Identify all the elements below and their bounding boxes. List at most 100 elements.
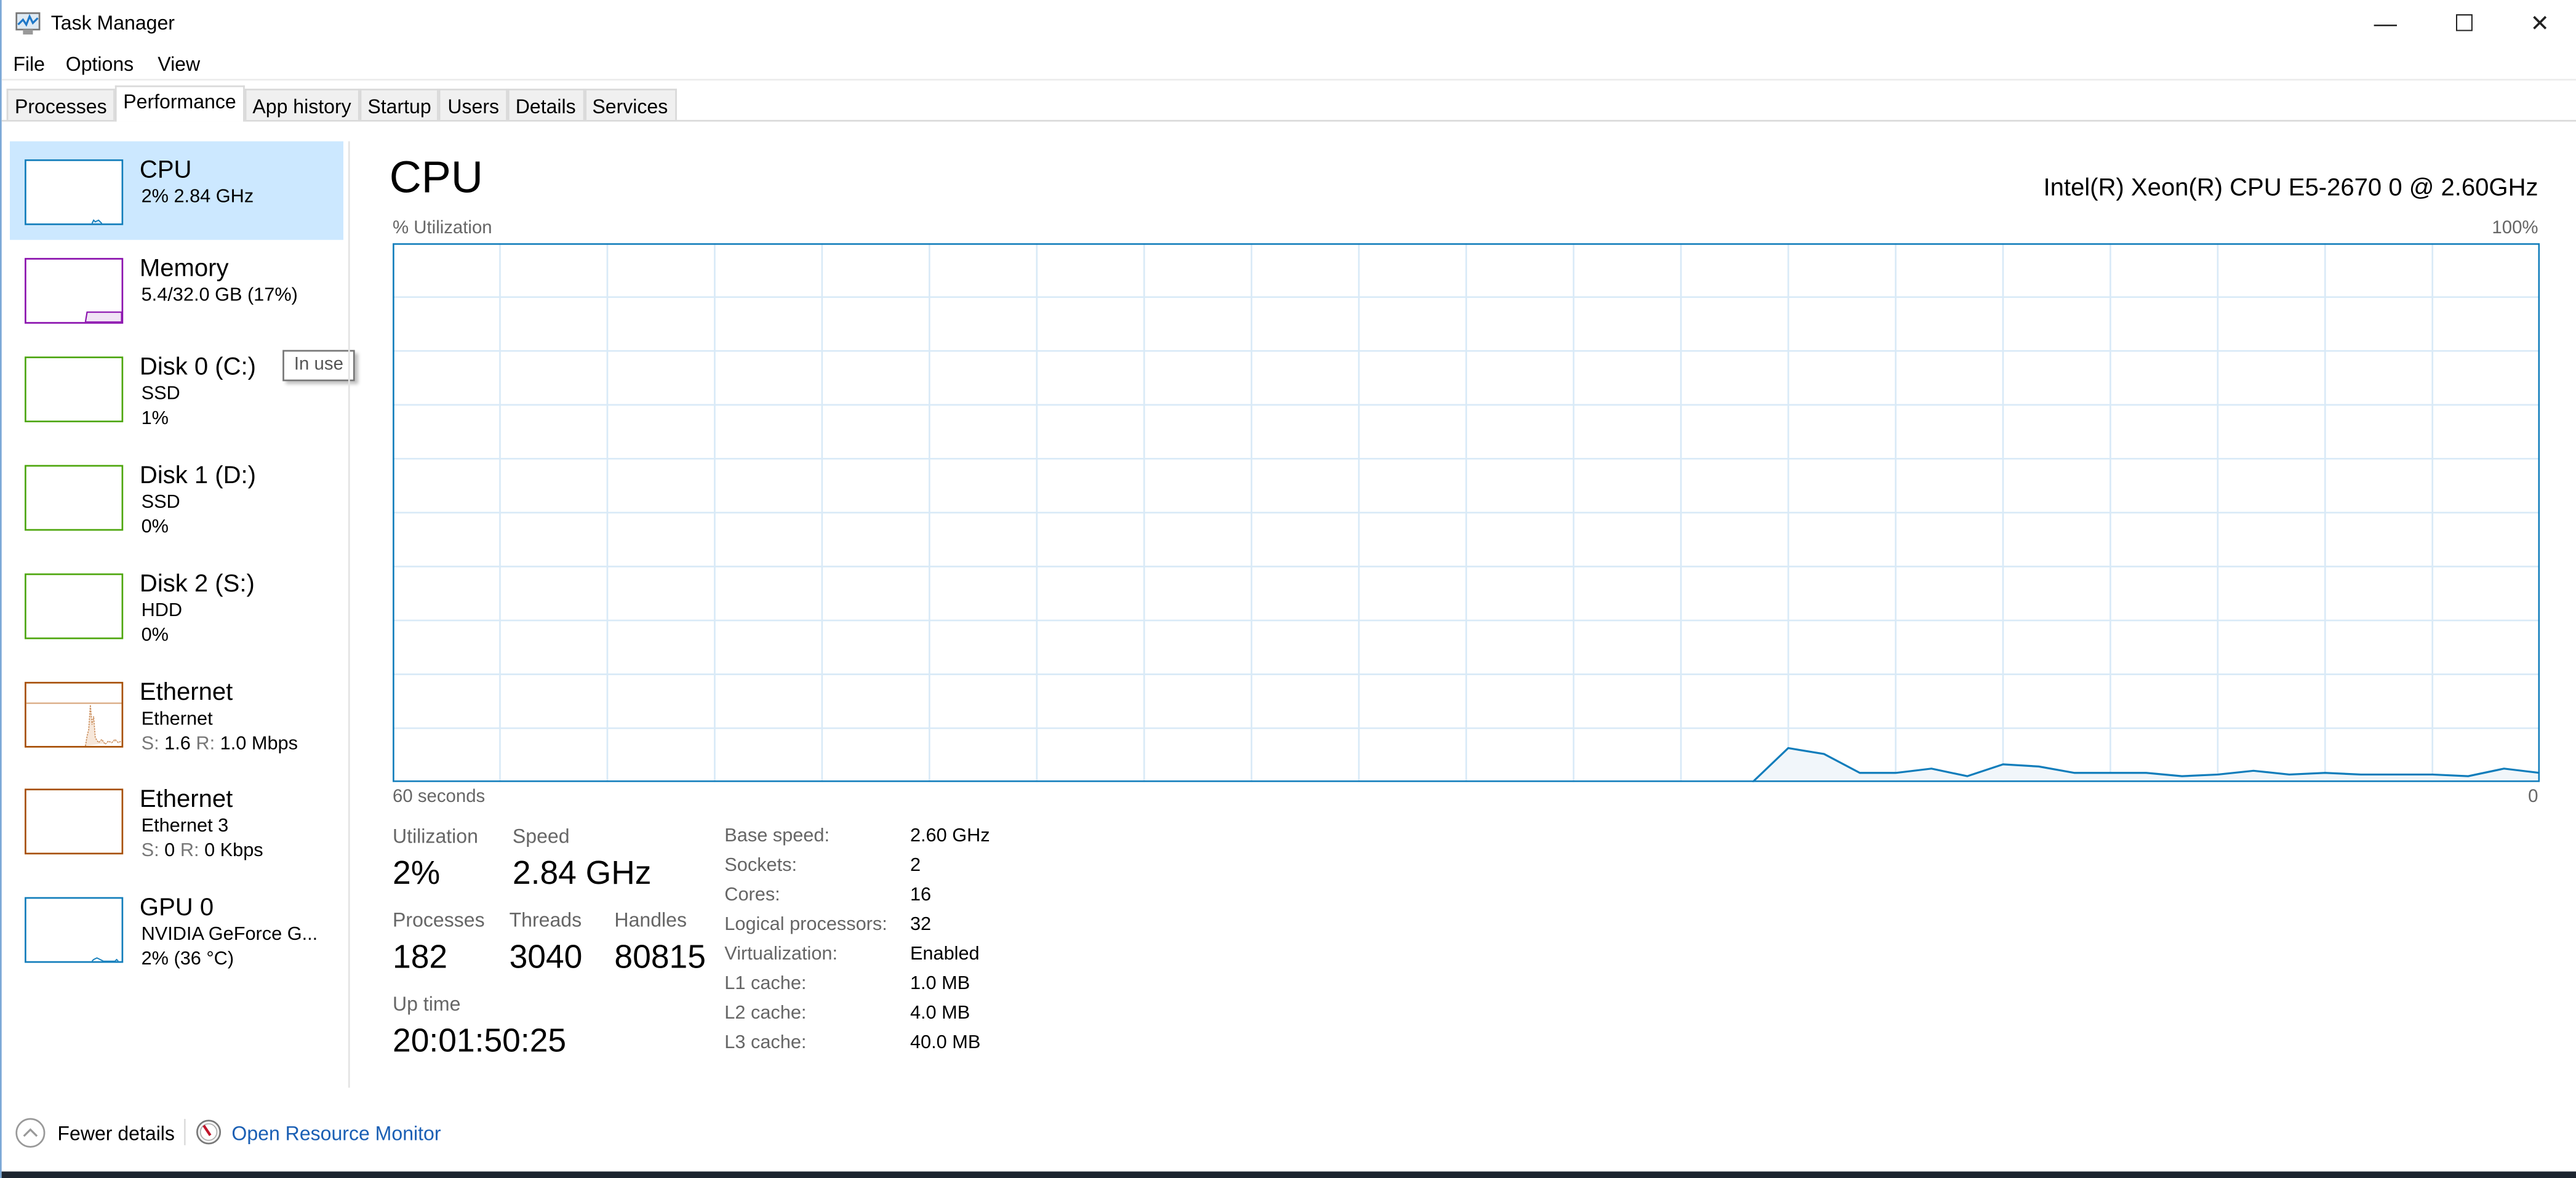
sidebar-item-usage: 1%	[141, 409, 169, 429]
receive-value: 0 Kbps	[204, 841, 263, 861]
uptime-value: 20:01:50:25	[393, 1024, 567, 1060]
tab-app-history[interactable]: App history	[244, 89, 360, 120]
spec-label: L1 cache:	[724, 974, 807, 995]
sidebar-item-cpu[interactable]: CPU 2% 2.84 GHz	[10, 141, 343, 240]
uptime-label: Up time	[393, 992, 461, 1016]
tab-bar: Processes Performance App history Startu…	[6, 85, 676, 122]
tab-startup[interactable]: Startup	[359, 89, 440, 120]
sidebar-item-adapter: Ethernet 3	[141, 816, 229, 836]
spec-value: 1.0 MB	[910, 974, 970, 995]
spec-label: Cores:	[724, 885, 780, 905]
task-manager-app-icon	[15, 12, 41, 35]
ethernet-thumbnail-graph	[25, 681, 124, 748]
sidebar-item-ethernet-3[interactable]: Ethernet Ethernet 3 S: 0 R: 0 Kbps	[10, 771, 343, 869]
sidebar-item-throughput: S: 0 R: 0 Kbps	[142, 841, 263, 861]
data-point	[2396, 774, 2397, 775]
sidebar-item-type: SSD	[141, 384, 180, 404]
send-value: 1.6	[164, 734, 191, 755]
sidebar-item-model: NVIDIA GeForce G...	[141, 924, 318, 945]
sidebar-item-name: Disk 0 (C:)	[139, 353, 257, 382]
chart-y-max-label: 100%	[2492, 218, 2538, 239]
footer-separator	[183, 1118, 186, 1145]
sidebar-item-type: SSD	[141, 492, 180, 513]
tab-users[interactable]: Users	[439, 89, 508, 120]
sidebar-item-detail: 5.4/32.0 GB (17%)	[141, 286, 298, 306]
sidebar-item-name: CPU	[139, 156, 192, 184]
fewer-details-button[interactable]: Fewer details	[57, 1122, 175, 1145]
spec-value: 40.0 MB	[910, 1033, 981, 1054]
menu-file[interactable]: File	[13, 52, 45, 75]
data-point	[2325, 772, 2326, 774]
tab-processes[interactable]: Processes	[6, 89, 115, 120]
data-point	[2110, 772, 2111, 774]
speed-label: Speed	[512, 825, 570, 848]
taskbar-strip	[1, 1171, 2576, 1178]
threads-label: Threads	[509, 908, 582, 932]
sidebar-item-usage: 0%	[141, 517, 169, 537]
sidebar-item-name: Disk 1 (D:)	[139, 462, 257, 490]
processes-label: Processes	[393, 908, 485, 932]
chart-y-label: % Utilization	[393, 218, 492, 239]
cpu-utilization-chart	[393, 243, 2540, 782]
sidebar-item-name: Memory	[139, 254, 229, 283]
sidebar-item-adapter: Ethernet	[141, 710, 213, 730]
data-point	[1895, 772, 1896, 774]
sidebar-item-ethernet[interactable]: Ethernet Ethernet S: 1.6 R: 1.0 Mbps	[10, 664, 343, 763]
threads-value: 3040	[509, 940, 583, 976]
spec-label: Virtualization:	[724, 945, 838, 965]
spec-value: 32	[910, 915, 932, 936]
spec-label: L2 cache:	[724, 1004, 807, 1024]
tab-details[interactable]: Details	[507, 89, 585, 120]
disk-thumbnail-graph	[25, 465, 124, 531]
cpu-utilization-area	[1752, 748, 2540, 782]
utilization-label: Utilization	[393, 825, 478, 848]
cpu-thumbnail-graph	[25, 159, 124, 225]
handles-value: 80815	[614, 940, 706, 976]
handles-label: Handles	[614, 908, 687, 932]
spec-label: Sockets:	[724, 855, 798, 876]
in-use-tooltip: In use	[282, 350, 355, 382]
disk-thumbnail-graph	[25, 573, 124, 639]
send-label: S:	[141, 734, 159, 755]
close-button[interactable]: ✕	[2502, 0, 2576, 46]
task-manager-window: Task Manager — ☐ ✕ File Options View Pro…	[0, 0, 2576, 1178]
sidebar-item-usage: 2% (36 °C)	[141, 950, 234, 970]
sidebar-item-memory[interactable]: Memory 5.4/32.0 GB (17%)	[10, 240, 343, 339]
receive-label: R:	[196, 734, 215, 755]
sidebar-divider[interactable]	[348, 141, 350, 1088]
sidebar-item-disk-1[interactable]: Disk 1 (D:) SSD 0%	[10, 447, 343, 545]
sidebar-item-detail: 2% 2.84 GHz	[141, 187, 254, 207]
spec-label: Logical processors:	[724, 915, 887, 936]
receive-value: 1.0 Mbps	[220, 734, 298, 755]
sidebar-item-disk-2[interactable]: Disk 2 (S:) HDD 0%	[10, 555, 343, 654]
memory-thumbnail-graph	[25, 258, 124, 324]
ethernet-thumbnail-graph	[25, 788, 124, 855]
tab-services[interactable]: Services	[584, 89, 676, 120]
tab-performance[interactable]: Performance	[114, 85, 245, 122]
disk-thumbnail-graph	[25, 356, 124, 423]
spec-value: 2	[910, 855, 921, 876]
processes-value: 182	[393, 940, 448, 976]
data-point	[2074, 772, 2075, 774]
data-point	[2289, 774, 2290, 775]
cpu-model: Intel(R) Xeon(R) CPU E5-2670 0 @ 2.60GHz	[2043, 174, 2538, 202]
open-resource-monitor-link[interactable]: Open Resource Monitor	[231, 1122, 441, 1145]
minimize-button[interactable]: —	[2348, 0, 2423, 46]
utilization-value: 2%	[393, 855, 441, 892]
data-point	[2468, 775, 2469, 777]
menu-view[interactable]: View	[158, 52, 200, 75]
sidebar-item-name: Ethernet	[139, 785, 233, 814]
data-point	[2432, 774, 2433, 775]
maximize-button[interactable]: ☐	[2426, 0, 2502, 46]
window-title: Task Manager	[50, 11, 175, 35]
chevron-up-circle-icon[interactable]	[15, 1117, 46, 1148]
spec-value: 16	[910, 885, 932, 905]
sidebar-item-name: Ethernet	[139, 678, 233, 707]
data-point	[2002, 764, 2004, 765]
speed-value: 2.84 GHz	[512, 855, 652, 892]
menu-options[interactable]: Options	[66, 52, 134, 75]
spec-label: Base speed:	[724, 826, 830, 846]
send-value: 0	[164, 841, 175, 861]
sidebar-item-gpu-0[interactable]: GPU 0 NVIDIA GeForce G... 2% (36 °C)	[10, 879, 343, 977]
resource-monitor-icon	[196, 1120, 222, 1145]
